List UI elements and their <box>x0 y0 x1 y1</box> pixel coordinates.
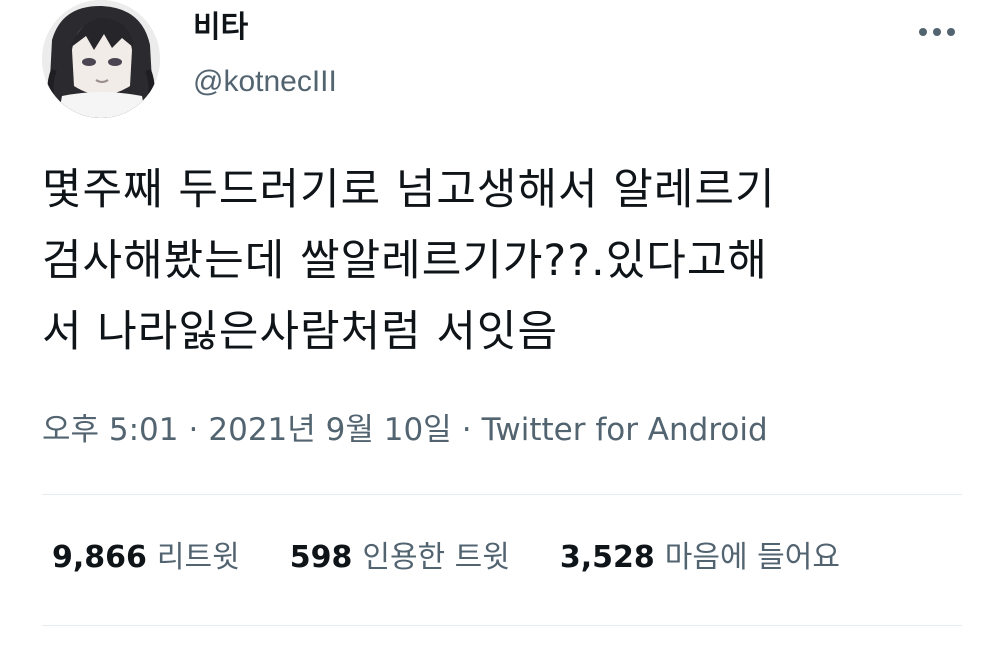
tweet-stats: 9,866 리트윗 598 인용한 트윗 3,528 마음에 들어요 <box>52 536 840 580</box>
tweet-detail: 비타 @kotnecIII 몇주째 두드러기로 넘고생해서 알레르기 검사해봤는… <box>0 0 1000 660</box>
display-name[interactable]: 비타 <box>193 8 248 48</box>
retweets-label: 리트윗 <box>156 540 240 575</box>
divider <box>42 625 962 626</box>
quotes-stat[interactable]: 598 인용한 트윗 <box>290 536 510 580</box>
avatar[interactable] <box>42 0 160 118</box>
tweet-date[interactable]: 2021년 9월 10일 <box>208 412 451 448</box>
retweets-count: 9,866 <box>52 540 147 575</box>
tweet-text-line: 검사해봤는데 쌀알레르기가??.있다고해 <box>42 236 768 286</box>
divider <box>42 494 962 495</box>
likes-stat[interactable]: 3,528 마음에 들어요 <box>560 536 840 580</box>
quotes-label: 인용한 트윗 <box>362 540 510 575</box>
more-options-button[interactable] <box>912 14 962 50</box>
meta-separator: · <box>461 412 472 448</box>
likes-label: 마음에 들어요 <box>664 540 840 575</box>
retweets-stat[interactable]: 9,866 리트윗 <box>52 536 240 580</box>
more-horizontal-icon <box>919 28 927 36</box>
more-horizontal-icon-dot <box>933 28 941 36</box>
more-horizontal-icon-dot <box>947 28 955 36</box>
tweet-metadata: 오후 5:01 · 2021년 9월 10일 · Twitter for Android <box>42 408 768 452</box>
likes-count: 3,528 <box>559 540 655 575</box>
quotes-count: 598 <box>289 540 353 575</box>
tweet-text: 몇주째 두드러기로 넘고생해서 알레르기 검사해봤는데 쌀알레르기가??.있다고… <box>42 155 972 368</box>
tweet-time[interactable]: 오후 5:01 <box>42 412 179 448</box>
anime-avatar-icon <box>42 0 160 118</box>
user-handle[interactable]: @kotnecIII <box>193 62 337 102</box>
tweet-text-line: 서 나라잃은사람처럼 서잇음 <box>42 307 559 357</box>
meta-separator: · <box>188 412 199 448</box>
tweet-source-link[interactable]: Twitter for Android <box>482 412 768 448</box>
tweet-text-line: 몇주째 두드러기로 넘고생해서 알레르기 <box>42 165 776 215</box>
